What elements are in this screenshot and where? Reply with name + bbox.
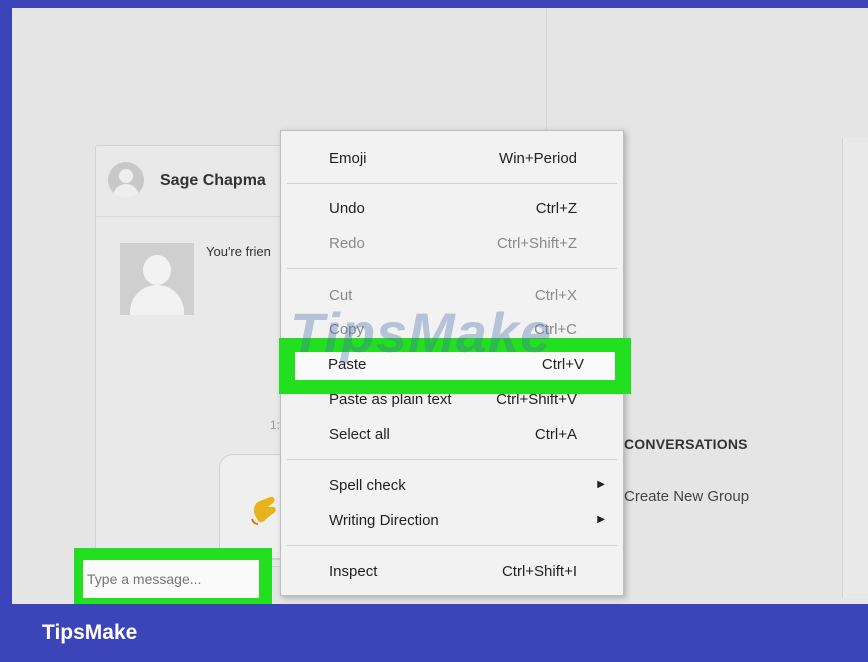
menu-separator (287, 545, 617, 546)
message-avatar-icon (120, 243, 194, 315)
create-new-group-link[interactable]: Create New Group (624, 488, 749, 505)
right-panel (842, 138, 868, 598)
menu-item-inspect[interactable]: Inspect Ctrl+Shift+I (281, 559, 623, 585)
contact-name[interactable]: Sage Chapma (160, 172, 266, 190)
submenu-arrow-icon: ▶ (597, 514, 605, 525)
contact-avatar-icon[interactable] (108, 162, 144, 198)
menu-item-emoji[interactable]: Emoji Win+Period (281, 146, 623, 172)
message-text: You're frien (206, 244, 271, 259)
menu-separator (287, 268, 617, 269)
menu-item-spell-check[interactable]: Spell check ▶ (281, 473, 623, 499)
brand-logo: TipsMake (42, 621, 138, 644)
menu-item-select-all[interactable]: Select all Ctrl+A (281, 422, 623, 448)
message-input[interactable] (83, 560, 259, 598)
conversations-heading: CONVERSATIONS (624, 436, 748, 452)
brand-bar: TipsMake (0, 604, 868, 662)
menu-item-undo[interactable]: Undo Ctrl+Z (281, 196, 623, 222)
menu-separator (287, 183, 617, 184)
menu-item-paste[interactable]: Paste Ctrl+V (295, 352, 615, 380)
menu-item-redo[interactable]: Redo Ctrl+Shift+Z (281, 231, 623, 257)
menu-item-writing-direction[interactable]: Writing Direction ▶ (281, 508, 623, 534)
menu-separator (287, 459, 617, 460)
submenu-arrow-icon: ▶ (597, 479, 605, 490)
waving-hand-icon (251, 496, 276, 525)
message-input-highlight (74, 548, 272, 608)
menu-item-cut[interactable]: Cut Ctrl+X (281, 283, 623, 309)
